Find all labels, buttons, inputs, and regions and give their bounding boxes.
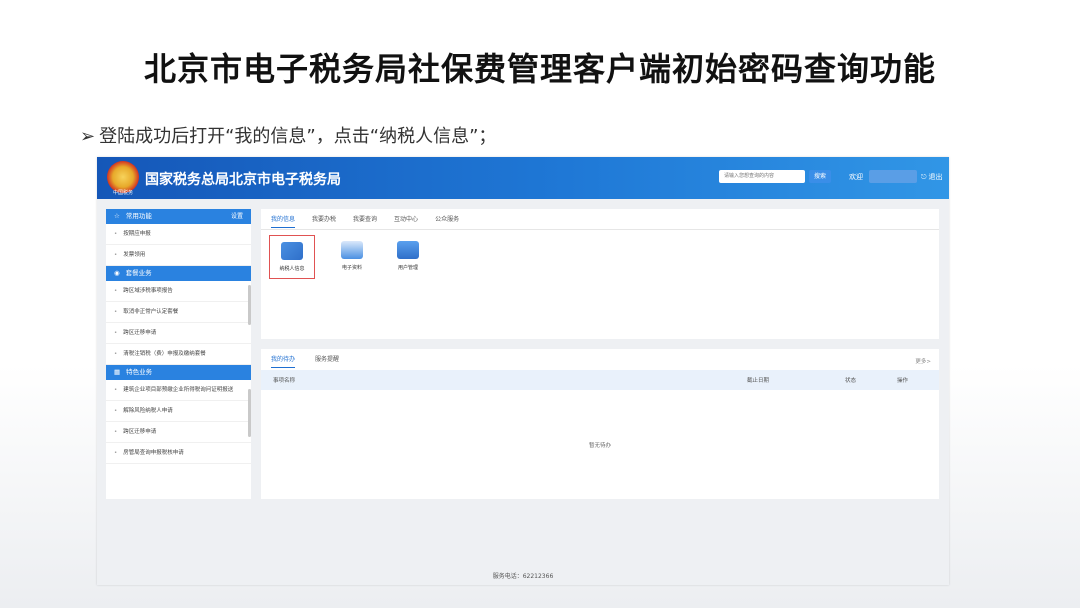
sidebar-item-label: 按期应申报 <box>123 231 151 237</box>
search-button[interactable]: 搜索 <box>809 170 831 183</box>
bullet-arrow-icon: ➢ <box>80 126 96 147</box>
sidebar-item[interactable]: • 房管局查询申报税核申请 <box>106 443 251 464</box>
my-info-panel: 我的信息 我要办税 我要查询 互动中心 公众服务 纳税人信息 电子资料 用户管理 <box>261 209 939 339</box>
search-input[interactable] <box>719 170 805 183</box>
e-documents-button[interactable]: 电子资料 <box>329 235 375 279</box>
sidebar-scrollbar[interactable] <box>248 389 251 437</box>
tab-query[interactable]: 我要查询 <box>353 213 377 227</box>
user-management-icon <box>397 241 419 259</box>
sidebar-scrollbar[interactable] <box>248 285 251 325</box>
sidebar-item[interactable]: • 跨区域涉税事项报告 <box>106 281 251 302</box>
bullet-dot-icon: • <box>114 387 118 393</box>
app-label: 纳税人信息 <box>279 266 305 272</box>
sidebar-item[interactable]: • 解除风险纳税人申请 <box>106 401 251 422</box>
sidebar-item[interactable]: • 按期应申报 <box>106 224 251 245</box>
column-header: 操作 <box>897 378 909 384</box>
sidebar: ☆ 常用功能 设置 • 按期应申报 • 发票领用 ◉ 套餐业务 • 跨区域涉税事项报告 •… <box>106 209 251 499</box>
section-title: 特色业务 <box>126 368 153 376</box>
sidebar-item-label: 发票领用 <box>123 252 146 258</box>
slide-title: 北京市电子税务局社保费管理客户端初始密码查询功能 <box>143 50 936 88</box>
tab-interaction[interactable]: 互动中心 <box>394 213 418 227</box>
bullet-dot-icon: • <box>114 351 118 357</box>
logout-icon: ⎋ <box>921 173 927 181</box>
taxpayer-info-button[interactable]: 纳税人信息 <box>269 235 315 279</box>
star-icon: ☆ <box>114 212 120 220</box>
bullet-dot-icon: • <box>114 231 118 237</box>
bullet-dot-icon: • <box>114 429 118 435</box>
todo-panel: 我的待办 服务提醒 更多> 事项名称 截止日期 状态 操作 暂无待办 <box>261 349 939 499</box>
bullet-dot-icon: • <box>114 450 118 456</box>
bullet-dot-icon: • <box>114 288 118 294</box>
taxpayer-info-icon <box>281 242 303 260</box>
sidebar-item-label: 跨区域涉税事项报告 <box>123 288 173 294</box>
sidebar-item[interactable]: • 发票领用 <box>106 245 251 266</box>
bullet-dot-icon: • <box>114 330 118 336</box>
grid-icon: ▦ <box>114 368 121 376</box>
tab-my-info[interactable]: 我的信息 <box>271 213 296 228</box>
logout-link[interactable]: ⎋ 退出 <box>921 172 943 182</box>
section-title: 常用功能 <box>125 212 152 220</box>
bullet-text: 登陆成功后打开“我的信息”，点击“纳税人信息”； <box>99 126 497 147</box>
sidebar-item-label: 跨区迁移申请 <box>123 429 157 435</box>
sidebar-item-label: 建筑企业项目部预缴企业所得税询问证明报送 <box>123 387 234 393</box>
service-hotline: 服务电话：62212366 <box>492 573 554 580</box>
package-icon: ◉ <box>114 269 120 277</box>
sidebar-section-special[interactable]: ▦ 特色业务 <box>106 365 251 380</box>
sidebar-item[interactable]: • 清税注销税（费）申报及缴纳套餐 <box>106 344 251 365</box>
app-label: 用户管理 <box>397 265 418 271</box>
tab-public-service[interactable]: 公众服务 <box>435 213 459 227</box>
sidebar-item-label: 清税注销税（费）申报及缴纳套餐 <box>123 351 206 357</box>
logout-label: 退出 <box>928 173 943 181</box>
bullet-dot-icon: • <box>114 309 118 315</box>
tab-service-reminder[interactable]: 服务提醒 <box>315 353 339 367</box>
table-header: 事项名称 截止日期 状态 操作 <box>261 370 939 390</box>
tab-my-todo[interactable]: 我的待办 <box>271 353 296 368</box>
sidebar-item-label: 房管局查询申报税核申请 <box>123 450 184 456</box>
sidebar-item-label: 跨区迁移申请 <box>123 330 157 336</box>
user-management-button[interactable]: 用户管理 <box>385 235 431 279</box>
main-tabs: 我的信息 我要办税 我要查询 互动中心 公众服务 <box>271 213 476 228</box>
sidebar-item-label: 取消非正常户认定套餐 <box>123 309 179 315</box>
top-bar: 中国税务 国家税务总局北京市电子税务局 搜索 欢迎 ⎋退出 <box>97 157 949 199</box>
sidebar-item[interactable]: • 建筑企业项目部预缴企业所得税询问证明报送 <box>106 380 251 401</box>
settings-link[interactable]: 设置 <box>231 209 243 224</box>
welcome-text: 欢迎 <box>849 173 863 181</box>
empty-state: 暂无待办 <box>588 443 611 449</box>
sidebar-item[interactable]: • 跨区迁移申请 <box>106 422 251 443</box>
bullet-dot-icon: • <box>114 252 118 258</box>
sidebar-section-common[interactable]: ☆ 常用功能 设置 <box>106 209 251 224</box>
screenshot-window: 中国税务 国家税务总局北京市电子税务局 搜索 欢迎 ⎋退出 ☆ 常用功能 设置 •… <box>97 157 949 585</box>
bullet-dot-icon: • <box>114 408 118 414</box>
column-header: 事项名称 <box>273 378 296 384</box>
tab-divider <box>261 229 939 230</box>
sidebar-item-label: 解除风险纳税人申请 <box>123 408 173 414</box>
more-link[interactable]: 更多> <box>915 357 931 365</box>
column-header: 状态 <box>845 378 857 384</box>
column-header: 截止日期 <box>747 378 770 384</box>
sidebar-item[interactable]: • 跨区迁移申请 <box>106 323 251 344</box>
app-label: 电子资料 <box>341 265 362 271</box>
e-documents-icon <box>341 241 363 259</box>
user-name-redacted <box>869 170 917 183</box>
todo-tabs: 我的待办 服务提醒 <box>271 353 359 368</box>
slide-bullet: ➢ 登陆成功后打开“我的信息”，点击“纳税人信息”； <box>80 122 496 148</box>
section-title: 套餐业务 <box>125 269 152 277</box>
site-title[interactable]: 国家税务总局北京市电子税务局 <box>145 169 341 189</box>
sidebar-item[interactable]: • 取消非正常户认定套餐 <box>106 302 251 323</box>
emblem-caption: 中国税务 <box>112 190 133 196</box>
sidebar-section-package[interactable]: ◉ 套餐业务 <box>106 266 251 281</box>
tab-tax-handling[interactable]: 我要办税 <box>312 213 336 227</box>
